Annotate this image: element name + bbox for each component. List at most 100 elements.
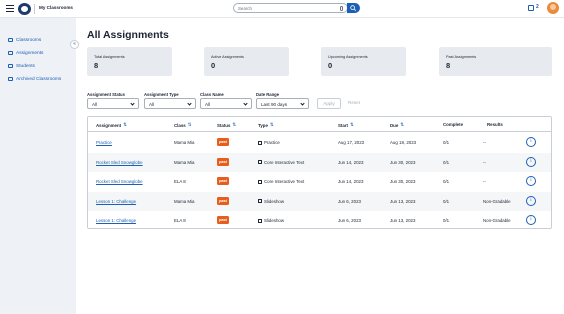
table-row: Rocket Sled Snowglobe Mama Mia past Core… (88, 152, 551, 172)
status-badge: past (217, 157, 229, 166)
start-cell: Jun 14, 2023 (338, 179, 364, 184)
microphone-icon[interactable] (340, 5, 343, 11)
start-cell: Jun 14, 2023 (338, 159, 364, 165)
due-cell: Jun 13, 2023 (390, 218, 416, 223)
sort-icon: ⇅ (123, 122, 127, 127)
sidebar-item-archived-classrooms[interactable]: Archived Classrooms (8, 75, 61, 83)
class-cell: Mama Mia (174, 159, 195, 165)
table-row: Lesson 1: Challenge ELA 8 past Slideshow… (88, 211, 551, 231)
due-cell: Aug 18, 2023 (390, 140, 417, 145)
class-name-label: Class Name (200, 92, 224, 97)
stat-label: Active Assignments (211, 55, 244, 59)
sidebar-item-label: Students (16, 63, 35, 69)
divider (34, 4, 35, 14)
apply-button[interactable]: Apply (317, 98, 341, 109)
complete-cell: 0/1 (443, 159, 450, 165)
assignment-link[interactable]: Rocket Sled Snowglobe (96, 160, 143, 165)
class-cell: Mama Mia (174, 140, 195, 145)
status-badge: past (217, 196, 229, 205)
column-header-type[interactable]: Type ⇅ (258, 122, 274, 128)
complete-cell: 0/1 (443, 179, 450, 184)
search-button[interactable] (347, 3, 360, 13)
assignment-link[interactable]: Lesson 1: Challenge (96, 218, 136, 223)
students-icon (8, 64, 13, 68)
date-range-label: Date Range (256, 92, 280, 97)
sidebar-item-classrooms[interactable]: Classrooms (8, 36, 41, 44)
header-label: Assignment (96, 122, 122, 128)
type-label: Practice (264, 140, 280, 145)
app-title[interactable]: My Classrooms (39, 5, 73, 10)
chevron-down-icon (243, 101, 248, 106)
info-icon[interactable]: i (526, 137, 536, 147)
assignment-icon (8, 51, 13, 55)
logo[interactable] (18, 3, 31, 15)
select-value: Last 90 days (261, 101, 288, 107)
menu-icon[interactable] (6, 5, 14, 12)
type-cell: Slideshow (258, 199, 284, 204)
header-label: Results (487, 122, 503, 127)
stat-value: 0 (328, 61, 333, 70)
column-header-start[interactable]: Start ⇅ (338, 122, 354, 128)
sidebar-item-assignments[interactable]: Assignments (8, 49, 43, 57)
sort-icon: ⇅ (232, 122, 237, 127)
assignment-link[interactable]: Lesson 1: Challenge (96, 199, 136, 204)
info-icon[interactable]: i (526, 215, 536, 225)
assignment-type-select[interactable]: All (144, 98, 196, 109)
sidebar-item-students[interactable]: Students (8, 62, 35, 70)
stat-card-upcoming: Upcoming Assignments 0 (321, 47, 406, 76)
top-bar: My Classrooms 2 (0, 0, 564, 18)
type-cell: Core Interactive Text (258, 179, 304, 184)
header-label: Type (258, 122, 268, 128)
sidebar-item-label: Classrooms (16, 37, 42, 43)
avatar[interactable] (547, 2, 559, 14)
stat-card-total: Total Assignments 8 (87, 47, 172, 76)
search-icon (350, 5, 357, 11)
info-icon[interactable]: i (526, 156, 536, 167)
info-icon[interactable]: i (526, 195, 536, 206)
sort-icon: ⇅ (269, 122, 274, 127)
class-cell: ELA 8 (174, 179, 186, 184)
table-row: Lesson 1: Challenge Mama Mia past Slides… (88, 191, 551, 211)
column-header-assignment[interactable]: Assignment ⇅ (96, 122, 127, 128)
assignment-status-select[interactable]: All (87, 98, 139, 109)
header-label: Complete (443, 122, 464, 127)
stat-card-past: Past Assignments 8 (439, 47, 552, 76)
inbox-icon (528, 5, 534, 11)
table-row: Practice Mama Mia past Practice Aug 17, … (88, 133, 551, 153)
complete-cell: 0/1 (443, 218, 450, 223)
column-header-due[interactable]: Due ⇅ (390, 122, 404, 128)
date-range-select[interactable]: Last 90 days (256, 98, 309, 109)
type-label: Slideshow (264, 198, 285, 204)
column-header-status[interactable]: Status ⇅ (217, 122, 236, 128)
complete-cell: 0/1 (443, 198, 450, 204)
stat-label: Total Assignments (94, 55, 125, 59)
type-label: Core Interactive Text (264, 159, 305, 165)
notifications-button[interactable]: 2 (528, 4, 544, 13)
reset-button[interactable]: Reset (348, 100, 360, 105)
class-name-select[interactable]: All (200, 98, 252, 109)
status-badge: past (217, 177, 229, 185)
practice-icon (258, 140, 262, 145)
search-input[interactable] (238, 5, 333, 12)
sidebar-item-label: Archived Classrooms (16, 76, 62, 82)
sidebar: « Classrooms Assignments Students Archiv… (0, 18, 79, 314)
start-cell: Jun 6, 2023 (338, 218, 361, 223)
info-icon[interactable]: i (526, 176, 536, 186)
assignment-link[interactable]: Practice (96, 140, 112, 145)
type-cell: Core Interactive Text (258, 160, 304, 165)
type-cell: Practice (258, 140, 280, 145)
due-cell: Jun 13, 2023 (390, 198, 416, 204)
table-row: Rocket Sled Snowglobe ELA 8 past Core In… (88, 172, 551, 192)
status-badge: past (217, 216, 229, 224)
collapse-sidebar-button[interactable]: « (70, 40, 79, 49)
table-header: Assignment ⇅ Class ⇅ Status ⇅ Type ⇅ Sta… (88, 117, 551, 132)
stat-value: 8 (94, 61, 99, 70)
stat-label: Past Assignments (446, 55, 477, 59)
start-cell: Jun 6, 2023 (338, 198, 361, 204)
column-header-class[interactable]: Class ⇅ (174, 122, 191, 128)
interactive-text-icon (258, 179, 262, 184)
type-label: Core Interactive Text (264, 179, 305, 184)
start-cell: Aug 17, 2023 (338, 140, 365, 145)
header-label: Start (338, 122, 349, 128)
assignment-link[interactable]: Rocket Sled Snowglobe (96, 179, 143, 184)
